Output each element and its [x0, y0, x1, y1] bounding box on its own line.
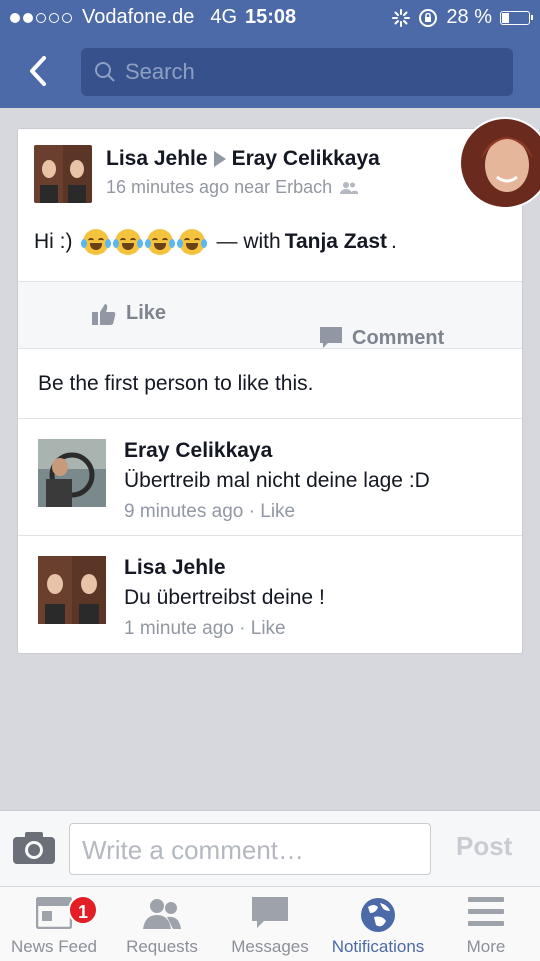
post-meta: 16 minutes ago near Erbach	[106, 177, 359, 198]
camera-icon[interactable]	[13, 832, 55, 864]
requests-icon	[143, 899, 181, 929]
status-right: 28 %	[392, 6, 533, 29]
post-card: Lisa Jehle Eray Celikkaya 16 minutes ago…	[17, 128, 523, 654]
battery-icon	[500, 10, 533, 25]
tab-label: Requests	[126, 937, 198, 956]
battery-level	[502, 12, 509, 23]
like-label: Like	[126, 302, 167, 324]
arrow-right-icon	[213, 151, 226, 167]
menu-icon	[468, 897, 504, 926]
tab-messages[interactable]: Messages	[216, 887, 324, 961]
like-button[interactable]: Like	[92, 302, 166, 325]
tab-bar: 1 News Feed Requests Messages Notificati…	[0, 886, 540, 961]
divider	[18, 535, 522, 536]
tab-label: News Feed	[11, 937, 97, 956]
carrier-info: Vodafone.de 4G	[10, 6, 237, 29]
commenter-name[interactable]: Eray Celikkaya	[124, 439, 272, 463]
signal-strength-icon	[10, 12, 72, 23]
nav-bar: Search	[0, 36, 540, 108]
news-feed-icon	[36, 897, 72, 929]
network-type: 4G	[210, 6, 238, 28]
commenter-avatar[interactable]	[38, 556, 106, 624]
comment-composer: Write a comment… Post	[0, 810, 540, 887]
with-prefix: — with	[216, 230, 281, 253]
carrier-name: Vodafone.de	[82, 6, 195, 28]
comment-time[interactable]: 1 minute ago	[124, 618, 234, 639]
emoji-group	[80, 229, 207, 255]
post-comment-button[interactable]: Post	[456, 831, 512, 862]
globe-icon	[361, 898, 395, 932]
post-message: Hi :)	[34, 230, 73, 253]
tears-of-joy-emoji-icon	[144, 229, 175, 255]
comment-item: Eray Celikkaya Übertreib mal nicht deine…	[38, 439, 508, 522]
tab-notifications[interactable]: Notifications	[324, 887, 432, 961]
post-actions-bar: Like Comment	[18, 281, 522, 349]
comment-item: Lisa Jehle Du übertreibst deine ! 1 minu…	[38, 556, 508, 639]
comment-meta: 9 minutes ago · Like	[124, 501, 296, 522]
comment-input-placeholder: Write a comment…	[82, 835, 305, 865]
thumbs-up-icon	[92, 303, 116, 325]
tears-of-joy-emoji-icon	[176, 229, 207, 255]
search-placeholder: Search	[125, 59, 195, 84]
comment-time[interactable]: 9 minutes ago	[124, 501, 243, 522]
status-time: 15:08	[245, 6, 297, 28]
comment-like-link[interactable]: Like	[260, 501, 295, 522]
comment-text: Du übertreibst deine !	[124, 586, 325, 609]
tab-label: More	[466, 937, 506, 956]
tagged-friend-name[interactable]: Tanja Zast	[285, 230, 387, 254]
notification-badge: 1	[68, 895, 98, 925]
search-icon	[95, 62, 115, 82]
comment-input[interactable]: Write a comment…	[69, 823, 431, 875]
author-avatar[interactable]	[34, 145, 92, 203]
back-arrow-icon[interactable]	[22, 54, 56, 88]
comment-bubble-icon	[320, 327, 342, 348]
battery-percent: 28 %	[446, 6, 492, 28]
post-target-name[interactable]: Eray Celikkaya	[232, 147, 380, 171]
comment-label: Comment	[352, 326, 445, 349]
divider	[18, 418, 522, 419]
status-bar: Vodafone.de 4G 15:08 28 %	[0, 0, 540, 36]
rotation-lock-icon	[419, 8, 438, 27]
comment-text: Übertreib mal nicht deine lage :D	[124, 469, 430, 492]
with-suffix: .	[391, 230, 397, 253]
post-header-names: Lisa Jehle Eray Celikkaya	[106, 147, 380, 171]
friends-audience-icon	[340, 181, 359, 194]
tears-of-joy-emoji-icon	[112, 229, 143, 255]
activity-spinner-icon	[392, 8, 411, 27]
likes-summary: Be the first person to like this.	[38, 372, 314, 395]
comment-button[interactable]: Comment	[320, 302, 540, 374]
search-input[interactable]: Search	[81, 48, 513, 96]
chat-head-avatar[interactable]	[459, 117, 540, 209]
tab-label: Messages	[231, 937, 309, 956]
tab-label: Notifications	[331, 937, 425, 956]
post-author-name[interactable]: Lisa Jehle	[106, 147, 208, 171]
post-time-location[interactable]: 16 minutes ago near Erbach	[106, 177, 332, 198]
commenter-avatar[interactable]	[38, 439, 106, 507]
tab-more[interactable]: More	[432, 887, 540, 961]
tears-of-joy-emoji-icon	[80, 229, 111, 255]
comment-like-link[interactable]: Like	[251, 618, 286, 639]
comment-meta: 1 minute ago · Like	[124, 618, 286, 639]
commenter-name[interactable]: Lisa Jehle	[124, 556, 226, 580]
tab-news-feed[interactable]: 1 News Feed	[0, 887, 108, 961]
tab-requests[interactable]: Requests	[108, 887, 216, 961]
post-text: Hi :) — with Tanja Zast.	[34, 229, 397, 255]
messages-icon	[252, 897, 288, 928]
